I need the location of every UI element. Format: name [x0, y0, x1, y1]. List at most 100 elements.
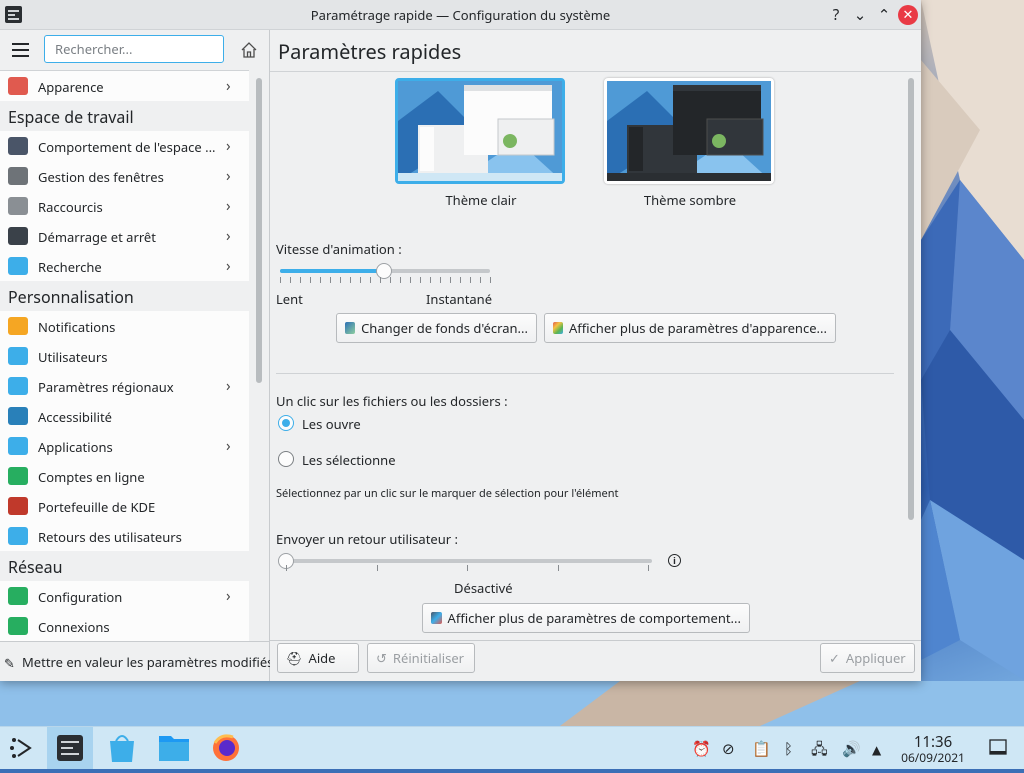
sidebar-scrollbar[interactable] — [256, 78, 262, 383]
feedback-label: Envoyer un retour utilisateur : — [276, 530, 459, 548]
checkmark-icon: ✓ — [829, 649, 840, 667]
animation-speed-ticks — [280, 277, 491, 283]
sidebar-item[interactable]: Applications › — [0, 431, 249, 461]
minimize-icon[interactable]: ⌄ — [850, 5, 870, 25]
clock-date[interactable]: 06/09/2021 — [892, 749, 974, 766]
sidebar-item-label: Configuration — [38, 588, 123, 606]
feedback-value-label: Désactivé — [454, 579, 513, 597]
behavior-icon — [431, 612, 442, 624]
keyboard-icon — [8, 197, 28, 215]
accessibility-icon — [8, 407, 28, 425]
chevron-right-icon: › — [226, 226, 231, 246]
applications-icon — [8, 437, 28, 455]
network-icon[interactable]: 🖧 — [811, 739, 828, 764]
radio-select-label[interactable]: Les sélectionne — [302, 451, 396, 469]
change-wallpaper-button[interactable]: Changer de fonds d'écran... — [336, 313, 537, 343]
settings-content: Thème clair Thème sombre Vitesse d'anima… — [270, 71, 921, 641]
help-button[interactable]: ⛑ Aide — [277, 643, 359, 673]
bell-icon — [8, 317, 28, 335]
sidebar-item[interactable]: Comportement de l'espace ... › — [0, 131, 249, 161]
more-appearance-button[interactable]: Afficher plus de paramètres d'apparence.… — [544, 313, 836, 343]
sidebar-category-label: Personnalisation — [8, 286, 134, 308]
animation-speed-fill — [280, 269, 384, 273]
volume-icon[interactable]: 🔊 — [842, 739, 861, 759]
feedback-icon — [8, 527, 28, 545]
highlight-changed-label: Mettre en valeur les paramètres modifiés — [22, 653, 274, 671]
sidebar-item[interactable]: Paramètres régionaux › — [0, 371, 249, 401]
chevron-right-icon: › — [226, 136, 231, 156]
chevron-right-icon: › — [226, 586, 231, 606]
file-manager-icon[interactable] — [151, 727, 197, 769]
sidebar-category: Personnalisation — [0, 281, 249, 311]
appearance-icon — [8, 77, 28, 95]
sidebar-item[interactable]: Accessibilité — [0, 401, 249, 431]
sidebar-item-label: Recherche — [38, 258, 102, 276]
radio-open-label[interactable]: Les ouvre — [302, 415, 361, 433]
wallpaper-icon — [345, 322, 356, 334]
more-behavior-button[interactable]: Afficher plus de paramètres de comportem… — [422, 603, 750, 633]
alarm-icon[interactable]: ⏰ — [692, 739, 711, 759]
main-panel: Paramètres rapides Thème clair Thème som… — [270, 30, 921, 681]
home-icon[interactable] — [240, 41, 258, 59]
dark-theme-thumbnail — [607, 81, 771, 181]
main-scrollbar[interactable] — [908, 78, 914, 520]
bluetooth-icon[interactable]: ᛒ — [784, 739, 793, 759]
chevron-right-icon: › — [226, 76, 231, 96]
sidebar-item-label: Utilisateurs — [38, 348, 108, 366]
firefox-icon[interactable] — [203, 727, 249, 769]
close-icon[interactable]: ✕ — [898, 5, 918, 25]
theme-light-card[interactable] — [395, 78, 565, 184]
sidebar-item[interactable]: Apparence › — [0, 71, 249, 101]
sidebar-category-label: Espace de travail — [8, 106, 134, 128]
sidebar-item-label: Comportement de l'espace ... — [38, 138, 216, 156]
apply-button[interactable]: ✓ Appliquer — [820, 643, 915, 673]
application-launcher-icon[interactable] — [0, 727, 46, 769]
discover-icon[interactable] — [99, 727, 145, 769]
sidebar-item[interactable]: Gestion des fenêtres › — [0, 161, 249, 191]
hamburger-menu-icon[interactable] — [12, 43, 29, 57]
highlight-changed-settings[interactable]: ✎ Mettre en valeur les paramètres modifi… — [0, 641, 273, 682]
sidebar-item-label: Applications — [38, 438, 113, 456]
appearance-icon — [553, 322, 563, 334]
sidebar-item[interactable]: Utilisateurs — [0, 341, 249, 371]
theme-dark-card[interactable] — [604, 78, 774, 184]
chevron-right-icon: › — [226, 166, 231, 186]
sidebar-item[interactable]: Notifications — [0, 311, 249, 341]
online-accounts-icon — [8, 467, 28, 485]
clipboard-icon[interactable]: 📋 — [752, 739, 771, 759]
radio-select[interactable] — [278, 451, 294, 467]
taskbar-system-settings[interactable] — [47, 727, 93, 769]
connections-icon — [8, 617, 28, 635]
reset-button[interactable]: ↺ Réinitialiser — [367, 643, 475, 673]
sidebar-item[interactable]: Configuration › — [0, 581, 249, 611]
feedback-track[interactable] — [280, 559, 652, 563]
sidebar-item[interactable]: Raccourcis › — [0, 191, 249, 221]
tray-expand-icon[interactable]: ▲ — [872, 741, 881, 758]
sidebar-item-label: Paramètres régionaux — [38, 378, 174, 396]
sidebar-item[interactable]: Démarrage et arrêt › — [0, 221, 249, 251]
feedback-ticks — [286, 565, 649, 571]
sidebar-item[interactable]: Connexions — [0, 611, 249, 641]
sidebar-item[interactable]: Recherche › — [0, 251, 249, 281]
updates-icon[interactable]: ⊘ — [722, 739, 735, 759]
click-behavior-hint: Sélectionnez par un clic sur le marquer … — [276, 486, 619, 501]
search-icon — [8, 257, 28, 275]
chevron-right-icon: › — [226, 196, 231, 216]
radio-open[interactable] — [278, 415, 294, 431]
help-icon[interactable]: ? — [826, 5, 846, 25]
animation-max-label: Instantané — [426, 290, 493, 308]
search-input[interactable] — [44, 35, 224, 63]
sidebar-item[interactable]: Comptes en ligne — [0, 461, 249, 491]
click-behavior-label: Un clic sur les fichiers ou les dossiers… — [276, 392, 508, 410]
maximize-icon[interactable]: ⌃ — [874, 5, 894, 25]
wallet-icon — [8, 497, 28, 515]
chevron-right-icon: › — [226, 436, 231, 456]
info-icon[interactable]: i — [668, 554, 681, 567]
sidebar: Apparence › Espace de travail Comportement … — [0, 30, 273, 682]
sidebar-item[interactable]: Portefeuille de KDE — [0, 491, 249, 521]
sidebar-list: Apparence › Espace de travail Comportement … — [0, 70, 249, 641]
startup-shutdown-icon — [8, 227, 28, 245]
regional-settings-icon — [8, 377, 28, 395]
sidebar-item[interactable]: Retours des utilisateurs — [0, 521, 249, 551]
show-desktop-icon[interactable] — [989, 738, 1007, 761]
